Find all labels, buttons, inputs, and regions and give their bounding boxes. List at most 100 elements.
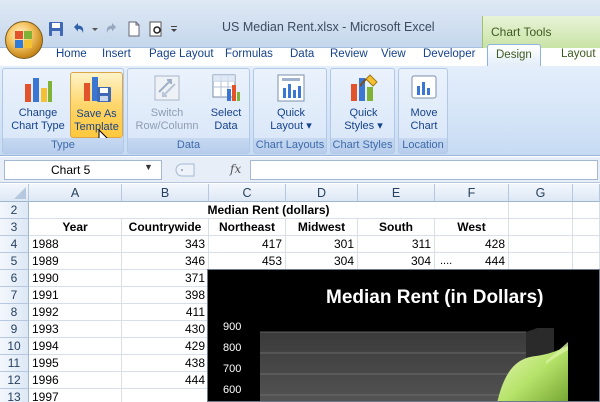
tab-home[interactable]: Home xyxy=(56,48,87,60)
undo-icon[interactable] xyxy=(70,21,86,37)
formula-bar-handle-icon[interactable] xyxy=(174,163,196,177)
dropdown-arrow-icon[interactable] xyxy=(92,21,98,37)
row-header[interactable]: 10 xyxy=(0,338,29,355)
year-cell[interactable]: 1996 xyxy=(29,372,122,389)
row-header[interactable]: 7 xyxy=(0,287,29,304)
header-cell-south[interactable]: South xyxy=(358,219,435,236)
move-chart-button[interactable]: Move Chart xyxy=(402,72,446,138)
cell[interactable] xyxy=(573,202,600,219)
office-button[interactable] xyxy=(5,21,43,59)
row-header[interactable]: 6 xyxy=(0,270,29,287)
row-header[interactable]: 11 xyxy=(0,355,29,372)
column-header-h[interactable] xyxy=(573,184,600,202)
column-header-c[interactable]: C xyxy=(209,184,286,202)
year-cell[interactable]: 1988 xyxy=(29,236,122,253)
year-cell[interactable]: 1989 xyxy=(29,253,122,270)
year-cell[interactable]: 1997 xyxy=(29,389,122,402)
save-as-template-line2: Template xyxy=(74,121,119,133)
select-all-corner[interactable] xyxy=(0,184,29,202)
cell[interactable] xyxy=(573,253,600,270)
tab-page-layout[interactable]: Page Layout xyxy=(149,48,214,60)
tab-layout[interactable]: Layout xyxy=(561,48,596,60)
table-title-cell[interactable]: Median Rent (dollars) xyxy=(29,202,509,219)
quick-layout-button[interactable]: Quick Layout ▾ xyxy=(260,72,322,138)
save-icon[interactable] xyxy=(48,21,64,37)
countrywide-cell[interactable]: 346 xyxy=(122,253,209,270)
countrywide-cell[interactable]: 430 xyxy=(122,321,209,338)
south-cell[interactable]: 304 xyxy=(358,253,435,270)
south-cell[interactable]: 311 xyxy=(358,236,435,253)
chart-plot-area[interactable] xyxy=(256,328,600,402)
row-header[interactable]: 13 xyxy=(0,389,29,402)
redo-icon[interactable] xyxy=(104,21,120,37)
year-cell[interactable]: 1993 xyxy=(29,321,122,338)
new-document-icon[interactable] xyxy=(126,21,142,37)
cell[interactable] xyxy=(573,219,600,236)
countrywide-cell[interactable] xyxy=(122,389,209,402)
row-header[interactable]: 9 xyxy=(0,321,29,338)
row-header[interactable]: 8 xyxy=(0,304,29,321)
header-cell-midwest[interactable]: Midwest xyxy=(286,219,358,236)
cell[interactable] xyxy=(509,202,573,219)
year-cell[interactable]: 1990 xyxy=(29,270,122,287)
countrywide-cell[interactable]: 429 xyxy=(122,338,209,355)
countrywide-cell[interactable]: 343 xyxy=(122,236,209,253)
tab-view[interactable]: View xyxy=(381,48,406,60)
column-header-g[interactable]: G xyxy=(509,184,573,202)
tab-insert[interactable]: Insert xyxy=(102,48,131,60)
row-header[interactable]: 12 xyxy=(0,372,29,389)
midwest-cell[interactable]: 301 xyxy=(286,236,358,253)
name-box-dropdown-icon[interactable]: ▼ xyxy=(144,162,153,172)
row-header[interactable]: 3 xyxy=(0,219,29,236)
select-data-button[interactable]: Select Data xyxy=(204,72,248,138)
tab-formulas[interactable]: Formulas xyxy=(225,48,273,60)
cell[interactable] xyxy=(509,236,573,253)
year-cell[interactable]: 1991 xyxy=(29,287,122,304)
print-preview-icon[interactable] xyxy=(148,21,164,37)
tab-review[interactable]: Review xyxy=(330,48,368,60)
countrywide-cell[interactable]: 398 xyxy=(122,287,209,304)
column-header-d[interactable]: D xyxy=(286,184,358,202)
column-header-e[interactable]: E xyxy=(358,184,435,202)
cell[interactable] xyxy=(573,236,600,253)
cell[interactable] xyxy=(509,253,573,270)
embedded-chart[interactable]: Median Rent (in Dollars) 900 800 700 600 xyxy=(207,269,600,402)
switch-row-column-button[interactable]: Switch Row/Column xyxy=(132,72,202,138)
chart-title[interactable]: Median Rent (in Dollars) xyxy=(326,287,543,309)
row-header[interactable]: 4 xyxy=(0,236,29,253)
countrywide-cell[interactable]: 371 xyxy=(122,270,209,287)
y-axis-tick-label: 800 xyxy=(223,342,242,354)
row-header[interactable]: 2 xyxy=(0,202,29,219)
year-cell[interactable]: 1994 xyxy=(29,338,122,355)
save-as-template-line1: Save As xyxy=(76,108,117,120)
tab-data[interactable]: Data xyxy=(290,48,314,60)
quick-styles-button[interactable]: Quick Styles ▾ xyxy=(336,72,391,138)
tab-developer[interactable]: Developer xyxy=(423,48,475,60)
save-as-template-button[interactable]: Save As Template xyxy=(70,72,123,147)
tab-design[interactable]: Design xyxy=(487,44,541,66)
midwest-cell[interactable]: 304 xyxy=(286,253,358,270)
column-header-a[interactable]: A xyxy=(29,184,122,202)
northeast-cell[interactable]: 453 xyxy=(209,253,286,270)
header-cell-countrywide[interactable]: Countrywide xyxy=(122,219,209,236)
row-header[interactable]: 5 xyxy=(0,253,29,270)
countrywide-cell[interactable]: 438 xyxy=(122,355,209,372)
column-header-b[interactable]: B xyxy=(122,184,209,202)
change-chart-type-button[interactable]: Change Chart Type xyxy=(9,72,67,138)
formula-input[interactable] xyxy=(250,160,598,180)
year-cell[interactable]: 1992 xyxy=(29,304,122,321)
insert-function-icon[interactable]: fx xyxy=(230,162,241,176)
countrywide-cell[interactable]: 411 xyxy=(122,304,209,321)
northeast-cell[interactable]: 417 xyxy=(209,236,286,253)
column-header-f[interactable]: F xyxy=(435,184,509,202)
west-cell[interactable]: 444 xyxy=(435,253,509,270)
customize-toolbar-icon[interactable] xyxy=(170,21,178,37)
name-box[interactable]: Chart 5 xyxy=(4,160,162,180)
cell[interactable] xyxy=(509,219,573,236)
west-cell[interactable]: 428 xyxy=(435,236,509,253)
header-cell-northeast[interactable]: Northeast xyxy=(209,219,286,236)
year-cell[interactable]: 1995 xyxy=(29,355,122,372)
header-cell-west[interactable]: West xyxy=(435,219,509,236)
countrywide-cell[interactable]: 444 xyxy=(122,372,209,389)
header-cell-year[interactable]: Year xyxy=(29,219,122,236)
